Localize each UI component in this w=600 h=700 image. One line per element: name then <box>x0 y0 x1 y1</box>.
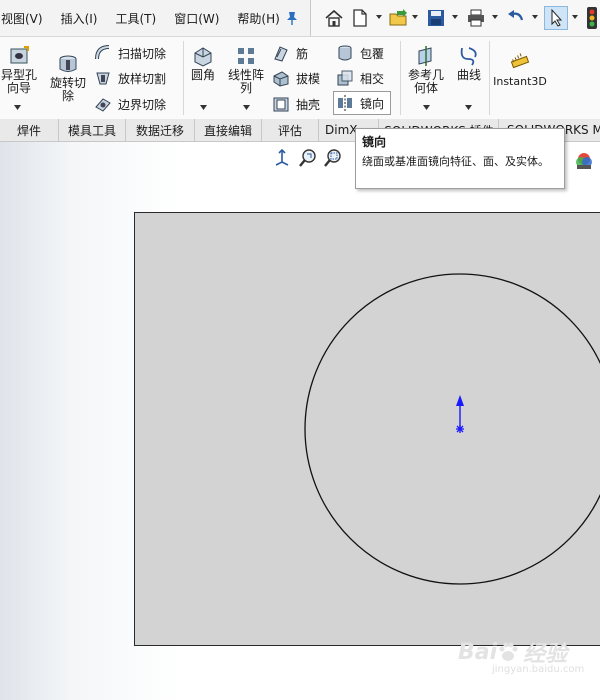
view-orientation-icon[interactable] <box>272 148 292 168</box>
tooltip-title: 镜向 <box>362 135 387 149</box>
mirror-tooltip: 镜向 绕面或基准面镜向特征、面、及实体。 <box>355 128 565 189</box>
menu-items: 视图(V) 插入(I) 工具(T) 窗口(W) 帮助(H) <box>0 0 298 36</box>
save-icon[interactable] <box>425 7 447 29</box>
linear-pattern-label: 线性阵 列 <box>227 68 264 95</box>
home-icon[interactable] <box>323 7 345 29</box>
appearance-icon[interactable] <box>574 150 594 170</box>
paw-icon <box>499 642 518 661</box>
rib-icon <box>274 46 288 62</box>
chevron-down-icon[interactable] <box>200 105 207 110</box>
reference-geometry-label: 参考几 何体 <box>407 68 444 95</box>
traffic-light-icon[interactable] <box>585 7 599 29</box>
tab-data-migration[interactable]: 数据迁移 <box>126 119 195 141</box>
open-folder-icon[interactable] <box>387 7 409 29</box>
intersect-label: 相交 <box>360 71 385 86</box>
wrap-label: 包覆 <box>360 46 385 61</box>
undo-icon[interactable] <box>505 7 527 29</box>
command-manager: 异型孔 向导 旋转切 除 扫描切除 放样切割 边界切除 圆角 线性阵 列 筋 拔… <box>0 37 600 120</box>
tooltip-description: 绕面或基准面镜向特征、面、及实体。 <box>362 155 549 168</box>
menu-view[interactable]: 视图(V) <box>1 10 43 27</box>
boundary-cut-icon <box>95 98 111 112</box>
revolved-cut-label: 旋转切 除 <box>49 76 86 103</box>
menu-window[interactable]: 窗口(W) <box>174 10 219 27</box>
fillet-label: 圆角 <box>190 68 215 82</box>
rib-button[interactable]: 筋 <box>272 42 308 64</box>
fillet-icon <box>194 47 212 67</box>
chevron-down-icon[interactable] <box>465 105 472 110</box>
instant3d-icon <box>510 53 530 69</box>
chevron-down-icon[interactable] <box>571 13 579 21</box>
quick-access-toolbar <box>310 0 600 36</box>
pin-icon[interactable] <box>284 10 300 26</box>
mirror-button[interactable]: 镜向 <box>332 91 392 115</box>
wrap-button[interactable]: 包覆 <box>336 42 384 64</box>
hole-wizard-icon <box>10 46 29 64</box>
chevron-down-icon[interactable] <box>411 13 419 21</box>
swept-cut-icon <box>95 45 110 60</box>
select-cursor-icon[interactable] <box>544 6 568 30</box>
ribbon-separator <box>183 41 184 115</box>
menu-insert[interactable]: 插入(I) <box>61 10 98 27</box>
chevron-down-icon[interactable] <box>243 105 250 110</box>
chevron-down-icon[interactable] <box>491 13 499 21</box>
reference-geometry-icon <box>418 46 432 66</box>
fillet-button[interactable]: 圆角 <box>186 45 220 82</box>
swept-cut-button[interactable]: 扫描切除 <box>94 42 166 64</box>
chevron-down-icon[interactable] <box>531 13 539 21</box>
lofted-cut-icon <box>96 72 110 85</box>
zoom-to-fit-icon[interactable] <box>298 148 318 168</box>
print-icon[interactable] <box>465 7 487 29</box>
revolved-cut-button[interactable]: 旋转切 除 <box>46 53 90 103</box>
intersect-icon <box>337 70 353 86</box>
menu-tools[interactable]: 工具(T) <box>115 10 156 27</box>
tab-weldments[interactable]: 焊件 <box>0 119 59 141</box>
linear-pattern-button[interactable]: 线性阵 列 <box>224 45 268 95</box>
linear-pattern-icon <box>238 48 254 64</box>
ribbon-separator <box>489 41 490 115</box>
menu-bar: 视图(V) 插入(I) 工具(T) 窗口(W) 帮助(H) <box>0 0 600 37</box>
shell-label: 抽壳 <box>296 97 321 112</box>
hole-wizard-button[interactable]: 异型孔 向导 <box>0 45 46 95</box>
lofted-cut-button[interactable]: 放样切割 <box>94 67 166 89</box>
instant3d-label: Instant3D <box>493 75 547 88</box>
boundary-cut-button[interactable]: 边界切除 <box>94 93 166 115</box>
swept-cut-label: 扫描切除 <box>118 46 167 61</box>
ribbon-separator <box>400 41 401 115</box>
chevron-down-icon[interactable] <box>423 105 430 110</box>
draft-label: 拔模 <box>296 71 321 86</box>
hole-wizard-label: 异型孔 向导 <box>0 68 37 95</box>
tab-evaluate[interactable]: 评估 <box>262 119 319 141</box>
tab-direct-editing[interactable]: 直接编辑 <box>195 119 262 141</box>
chevron-down-icon[interactable] <box>14 105 21 110</box>
menu-help[interactable]: 帮助(H) <box>237 10 279 27</box>
chevron-down-icon[interactable] <box>375 13 383 21</box>
intersect-button[interactable]: 相交 <box>336 67 384 89</box>
boundary-cut-label: 边界切除 <box>118 97 167 112</box>
curves-label: 曲线 <box>456 68 481 82</box>
draft-icon <box>273 71 289 87</box>
lofted-cut-label: 放样切割 <box>118 71 167 86</box>
new-document-icon[interactable] <box>349 7 371 29</box>
mirror-icon <box>338 95 352 111</box>
tab-mold-tools[interactable]: 模具工具 <box>59 119 126 141</box>
instant3d-button[interactable]: Instant3D <box>492 51 548 88</box>
reference-geometry-button[interactable]: 参考几 何体 <box>404 45 448 95</box>
watermark-url: jingyan.baidu.com <box>492 664 585 675</box>
revolved-cut-icon <box>59 55 77 72</box>
sketch-plane[interactable] <box>134 212 600 646</box>
chevron-down-icon[interactable] <box>451 13 459 21</box>
zoom-area-icon[interactable] <box>323 148 343 168</box>
curves-button[interactable]: 曲线 <box>452 45 486 82</box>
mirror-label: 镜向 <box>360 96 385 111</box>
shell-icon <box>273 97 289 112</box>
shell-button[interactable]: 抽壳 <box>272 93 320 115</box>
wrap-icon <box>338 45 352 61</box>
curves-icon <box>460 47 477 66</box>
draft-button[interactable]: 拔模 <box>272 67 320 89</box>
rib-label: 筋 <box>296 46 309 61</box>
